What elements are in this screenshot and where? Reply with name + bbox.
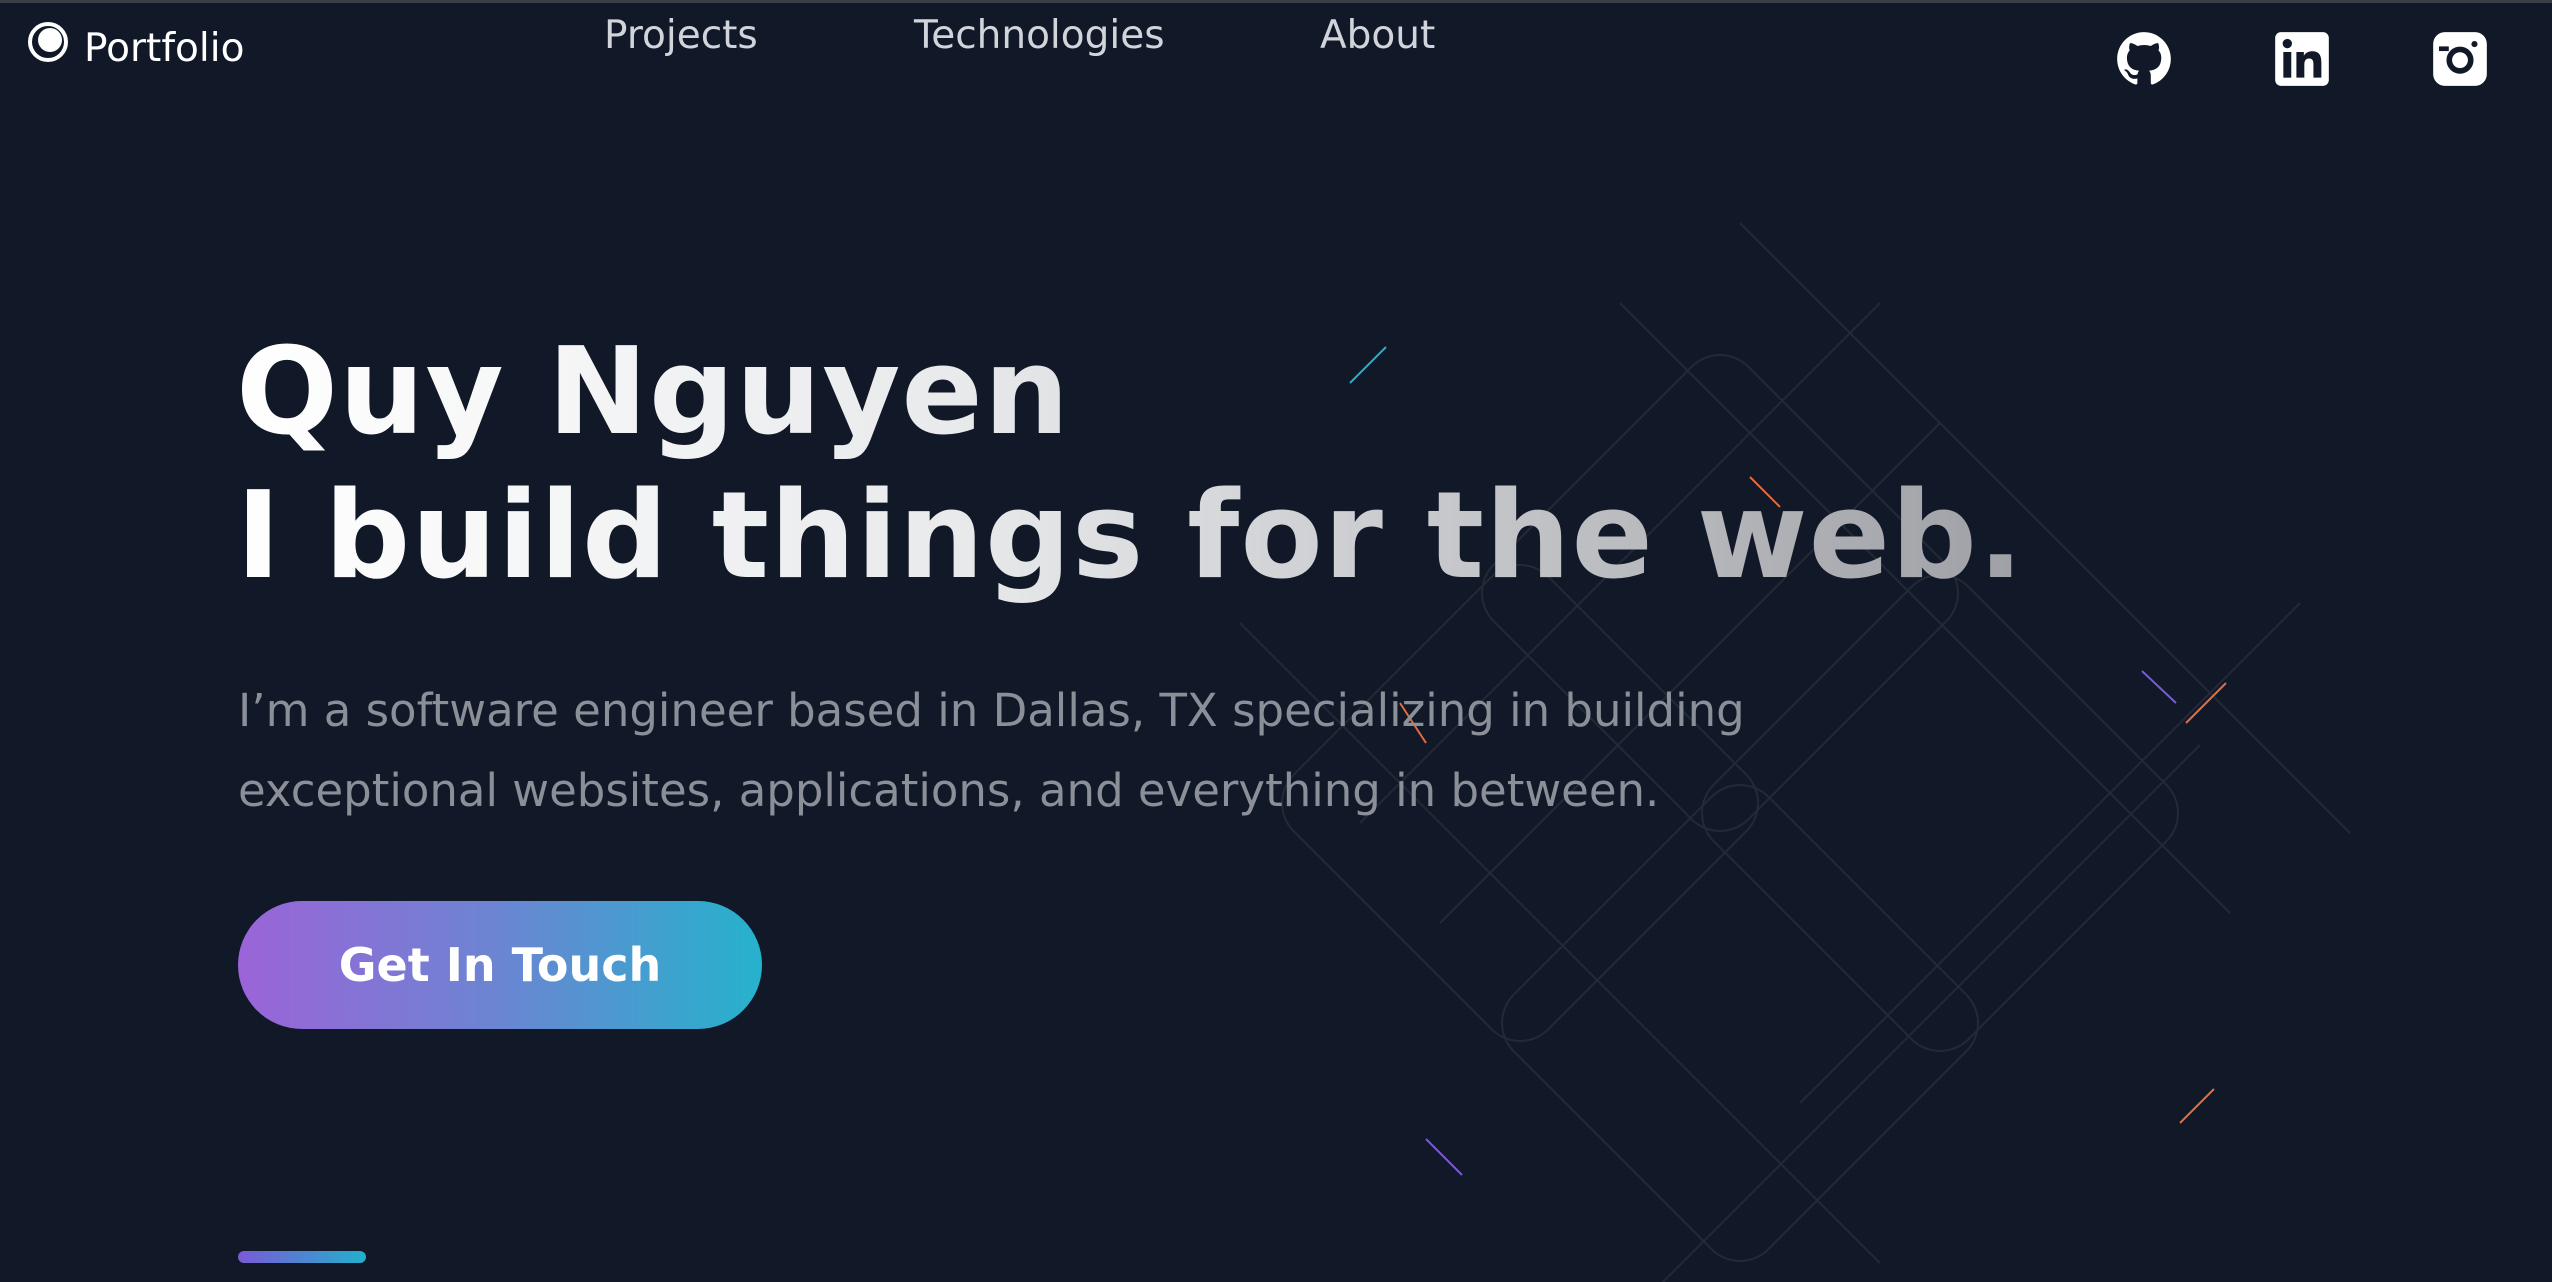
instagram-link[interactable] [2432,31,2488,87]
nav-link-projects[interactable]: Projects [604,14,758,58]
github-link[interactable] [2116,31,2172,87]
hero-title: Quy Nguyen I build things for the web. [236,321,2024,609]
logo[interactable]: Portfolio [26,15,244,68]
linkedin-icon [2275,32,2329,86]
section-divider-bar [238,1251,366,1263]
linkedin-link[interactable] [2274,31,2330,87]
nav-link-technologies[interactable]: Technologies [914,14,1165,58]
hero-tagline: I build things for the web. [236,467,2025,606]
logo-label: Portfolio [84,26,245,71]
github-icon [2117,32,2171,85]
hero-description: I’m a software engineer based in Dallas,… [238,684,1745,817]
get-in-touch-button[interactable]: Get In Touch [238,901,762,1029]
logo-icon [28,21,68,62]
instagram-icon [2433,32,2487,86]
nav-link-about[interactable]: About [1320,14,1435,58]
portfolio-page: Portfolio Projects Technologies About Qu… [0,0,2552,1282]
hero-name: Quy Nguyen [236,323,1071,462]
